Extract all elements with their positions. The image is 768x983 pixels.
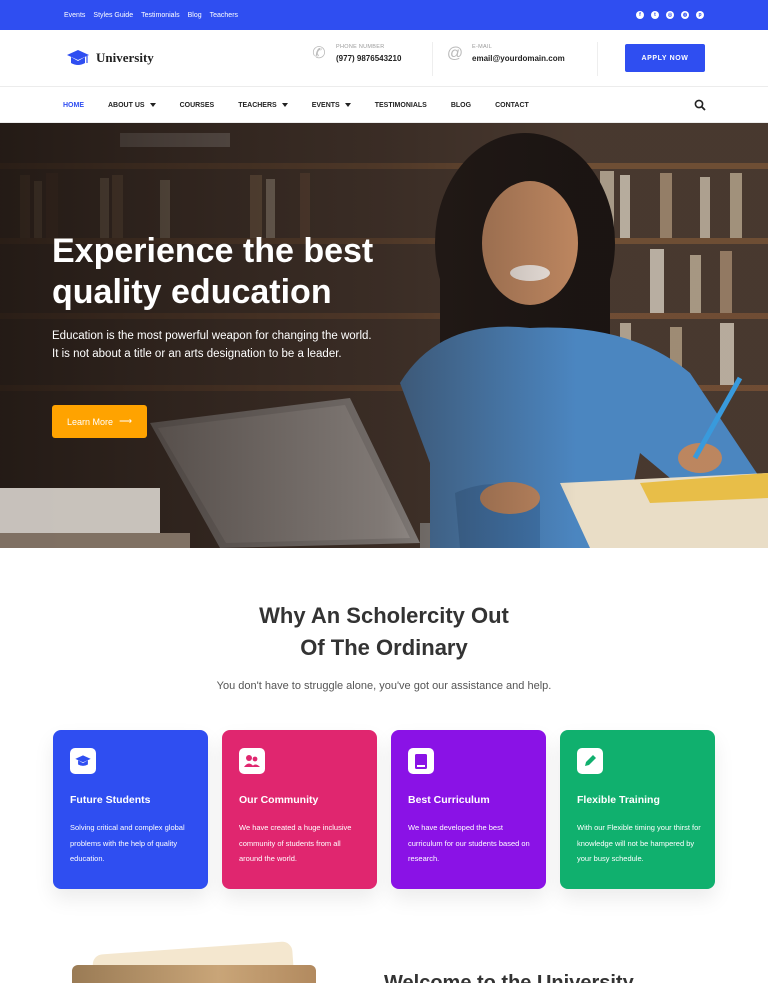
main-nav: HOME ABOUT US COURSES TEACHERS EVENTS TE… <box>0 87 768 123</box>
social-links: f t ◎ ◍ p <box>636 0 704 30</box>
community-icon <box>239 748 265 774</box>
nav-label: HOME <box>63 101 84 109</box>
phone-value[interactable]: (977) 9876543210 <box>336 54 401 63</box>
arrow-right-icon: ⟶ <box>119 416 132 426</box>
phone-label: PHONE NUMBER <box>336 44 385 50</box>
card-text: Solving critical and complex global prob… <box>70 823 185 863</box>
nav-label: TESTIMONIALS <box>374 101 427 109</box>
nav-label: BLOG <box>450 101 472 109</box>
twitter-icon[interactable]: t <box>651 11 659 19</box>
nav-item-blog[interactable]: BLOG <box>451 102 471 109</box>
graduation-cap-icon <box>70 748 96 774</box>
caret-down-icon <box>344 103 351 107</box>
top-bar: Events Styles Guide Testimonials Blog Te… <box>0 0 768 30</box>
hero-banner: Experience the best quality education Ed… <box>0 123 768 548</box>
feature-card-future-students[interactable]: Future Students Solving critical and com… <box>53 730 208 889</box>
section-title-line1: Why An Scholercity Out <box>259 603 509 628</box>
card-title: Future Students <box>70 794 151 806</box>
caret-down-icon <box>281 103 288 107</box>
nav-item-home[interactable]: HOME <box>63 102 84 109</box>
site-logo[interactable]: University <box>66 48 154 68</box>
welcome-title: Welcome to the University <box>384 972 634 983</box>
logo-text: University <box>96 50 154 65</box>
card-text: We have developed the best curriculum fo… <box>408 823 530 863</box>
nav-label: EVENTS <box>311 101 340 109</box>
divider <box>432 42 433 76</box>
hero-title-line1: Experience the best <box>52 232 374 270</box>
nav-label: ABOUT US <box>108 101 145 109</box>
top-link-blog[interactable]: Blog <box>188 12 202 19</box>
facebook-icon[interactable]: f <box>636 11 644 19</box>
nav-item-about-us[interactable]: ABOUT US <box>108 102 156 109</box>
card-title: Best Curriculum <box>408 794 490 806</box>
instagram-icon[interactable]: ◎ <box>666 11 674 19</box>
divider <box>597 42 598 76</box>
caret-down-icon <box>149 103 156 107</box>
card-title: Flexible Training <box>577 794 660 806</box>
nav-item-events[interactable]: EVENTS <box>312 102 351 109</box>
top-link-styles-guide[interactable]: Styles Guide <box>93 12 133 19</box>
card-text: We have created a huge inclusive communi… <box>239 823 352 863</box>
email-label: E-MAIL <box>472 44 493 50</box>
top-link-testimonials[interactable]: Testimonials <box>141 12 180 19</box>
site-header: University ✆ PHONE NUMBER (977) 98765432… <box>0 30 768 87</box>
dribbble-icon[interactable]: ◍ <box>681 11 689 19</box>
hero-title: Experience the best quality education <box>52 231 412 313</box>
nav-item-teachers[interactable]: TEACHERS <box>238 102 288 109</box>
apply-now-button[interactable]: APPLY NOW <box>625 44 705 72</box>
nav-item-contact[interactable]: CONTACT <box>495 102 529 109</box>
email-value[interactable]: email@yourdomain.com <box>472 54 565 63</box>
top-links: Events Styles Guide Testimonials Blog Te… <box>64 0 238 30</box>
nav-item-testimonials[interactable]: TESTIMONIALS <box>375 102 427 109</box>
email-contact: @ E-MAIL email@yourdomain.com <box>446 44 565 63</box>
nav-items: HOME ABOUT US COURSES TEACHERS EVENTS TE… <box>63 87 553 123</box>
feature-card-best-curriculum[interactable]: Best Curriculum We have developed the be… <box>391 730 546 889</box>
section-title: Why An Scholercity Out Of The Ordinary <box>0 600 768 664</box>
card-text: With our Flexible timing your thirst for… <box>577 823 701 863</box>
nav-label: TEACHERS <box>238 101 277 109</box>
phone-icon: ✆ <box>312 44 326 62</box>
card-title: Our Community <box>239 794 319 806</box>
learn-more-label: Learn More <box>67 416 114 427</box>
top-link-teachers[interactable]: Teachers <box>210 12 238 19</box>
section-title-line2: Of The Ordinary <box>300 635 468 660</box>
section-subtitle: You don't have to struggle alone, you've… <box>216 680 552 692</box>
nav-item-courses[interactable]: COURSES <box>180 102 215 109</box>
graduation-cap-icon <box>67 50 89 65</box>
at-icon: @ <box>446 44 464 62</box>
welcome-image <box>72 965 316 983</box>
search-icon[interactable] <box>694 99 706 111</box>
pencil-icon <box>577 748 603 774</box>
pinterest-icon[interactable]: p <box>696 11 704 19</box>
feature-card-our-community[interactable]: Our Community We have created a huge inc… <box>222 730 377 889</box>
book-icon <box>408 748 434 774</box>
phone-contact: ✆ PHONE NUMBER (977) 9876543210 <box>310 44 401 63</box>
hero-title-line2: quality education <box>52 273 332 311</box>
feature-card-flexible-training[interactable]: Flexible Training With our Flexible timi… <box>560 730 715 889</box>
hero-description: Education is the most powerful weapon fo… <box>52 330 372 360</box>
nav-label: COURSES <box>179 101 215 109</box>
learn-more-button[interactable]: Learn More ⟶ <box>52 405 147 438</box>
top-link-events[interactable]: Events <box>64 12 85 19</box>
nav-label: CONTACT <box>495 101 529 109</box>
